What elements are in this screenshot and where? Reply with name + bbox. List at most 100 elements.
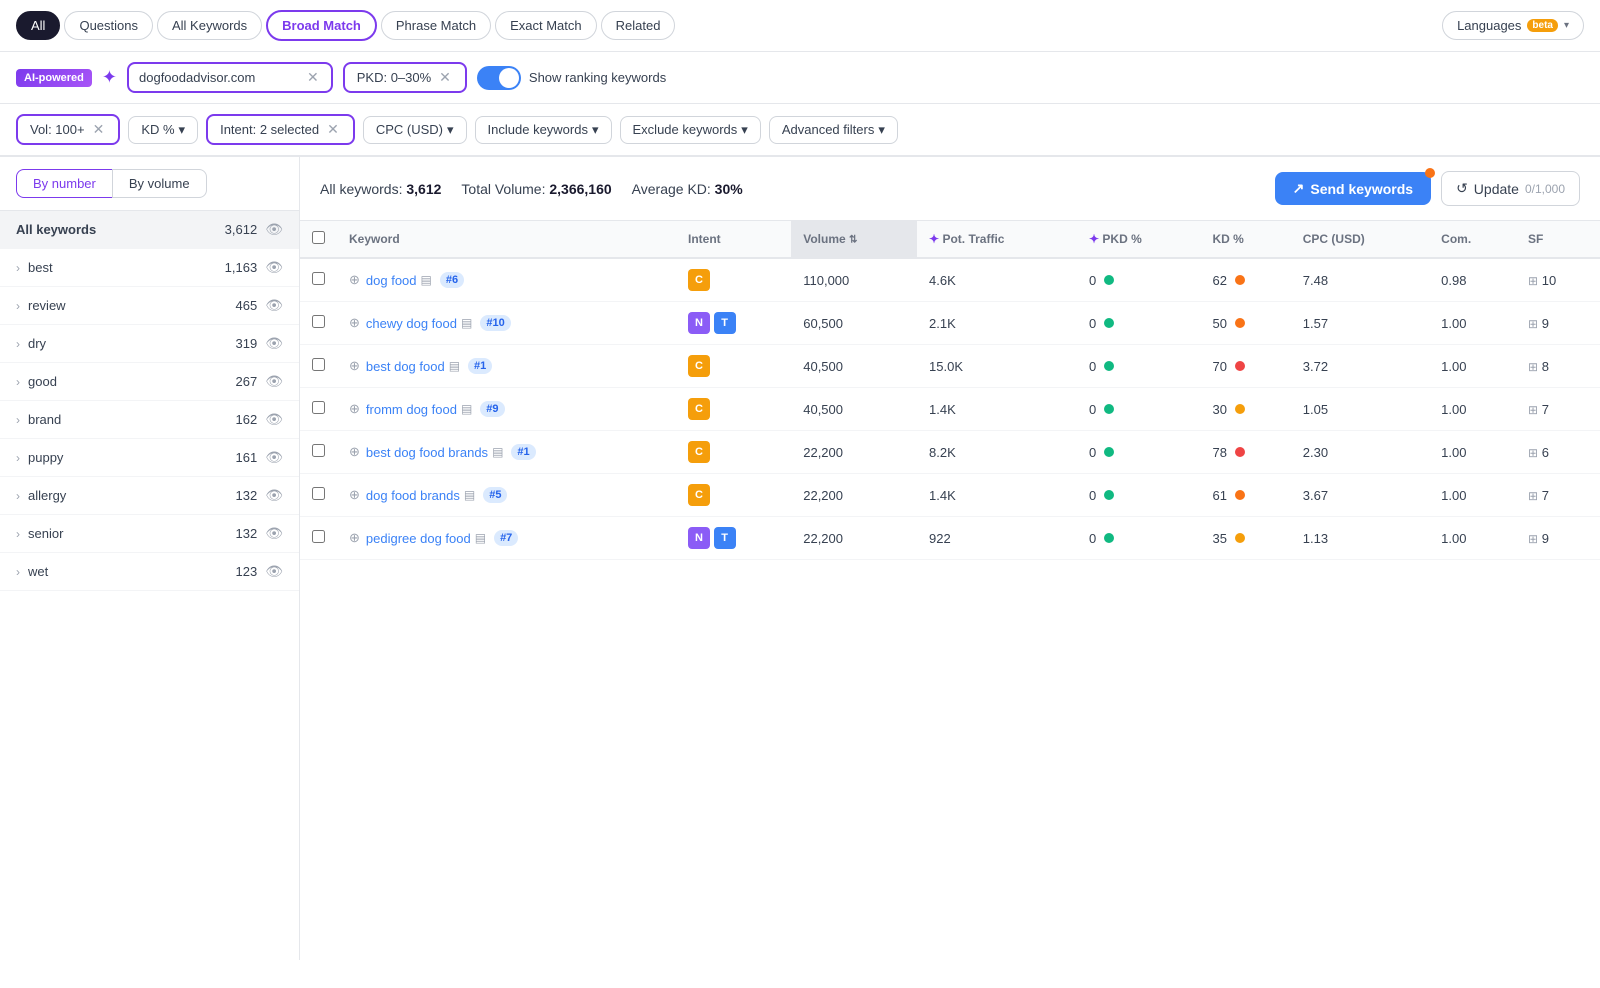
sidebar-item[interactable]: › best 1,163 👁 (0, 249, 299, 287)
row-checkbox[interactable] (312, 358, 325, 371)
add-icon[interactable]: ⊕ (349, 444, 360, 460)
eye-icon[interactable]: 👁 (265, 525, 283, 542)
languages-label: Languages (1457, 18, 1521, 33)
row-checkbox[interactable] (312, 487, 325, 500)
keyword-link[interactable]: pedigree dog food (366, 531, 471, 546)
cpc-col-header[interactable]: CPC (USD) (1291, 221, 1429, 258)
add-icon[interactable]: ⊕ (349, 315, 360, 331)
cpc-filter[interactable]: CPC (USD) ▾ (363, 116, 467, 144)
chevron-right-icon: › (16, 337, 20, 351)
vol-filter[interactable]: Vol: 100+ ✕ (16, 114, 120, 145)
pkd-cell: 0 (1077, 345, 1201, 388)
pkd-dot (1104, 275, 1114, 285)
domain-clear-button[interactable]: ✕ (305, 69, 321, 86)
add-icon[interactable]: ⊕ (349, 530, 360, 546)
intent-badge: N (688, 527, 710, 549)
tab-all[interactable]: All (16, 11, 60, 40)
keyword-link[interactable]: dog food (366, 273, 417, 288)
domain-input[interactable] (139, 70, 299, 85)
sidebar-item[interactable]: › puppy 161 👁 (0, 439, 299, 477)
eye-icon[interactable]: 👁 (265, 335, 283, 352)
eye-icon[interactable]: 👁 (265, 221, 283, 238)
kd-filter[interactable]: KD % ▾ (128, 116, 198, 144)
chevron-right-icon: › (16, 299, 20, 313)
intent-badge: N (688, 312, 710, 334)
eye-icon[interactable]: 👁 (265, 297, 283, 314)
intent-filter[interactable]: Intent: 2 selected ✕ (206, 114, 355, 145)
row-checkbox[interactable] (312, 401, 325, 414)
keyword-link[interactable]: dog food brands (366, 488, 460, 503)
select-all-checkbox[interactable] (312, 231, 325, 244)
pkd-clear-button[interactable]: ✕ (437, 69, 453, 86)
eye-icon[interactable]: 👁 (265, 259, 283, 276)
tab-all-keywords[interactable]: All Keywords (157, 11, 262, 40)
intent-cell: C (676, 258, 791, 302)
sidebar-keyword-label: review (28, 298, 236, 313)
sidebar-item[interactable]: › brand 162 👁 (0, 401, 299, 439)
eye-icon[interactable]: 👁 (265, 373, 283, 390)
eye-icon[interactable]: 👁 (265, 487, 283, 504)
checkbox-col-header (300, 221, 337, 258)
com-cell: 0.98 (1429, 258, 1516, 302)
sidebar-item[interactable]: › dry 319 👁 (0, 325, 299, 363)
eye-icon[interactable]: 👁 (265, 411, 283, 428)
add-icon[interactable]: ⊕ (349, 272, 360, 288)
chevron-right-icon: › (16, 375, 20, 389)
keyword-link[interactable]: best dog food brands (366, 445, 488, 460)
sf-icon: ⊞ (1528, 317, 1538, 331)
row-checkbox[interactable] (312, 444, 325, 457)
eye-icon[interactable]: 👁 (265, 449, 283, 466)
row-checkbox[interactable] (312, 272, 325, 285)
sidebar-item[interactable]: › good 267 👁 (0, 363, 299, 401)
chevron-down-icon: ▾ (878, 122, 885, 138)
sidebar-item[interactable]: › senior 132 👁 (0, 515, 299, 553)
sidebar-item[interactable]: › review 465 👁 (0, 287, 299, 325)
advanced-filters[interactable]: Advanced filters ▾ (769, 116, 898, 144)
update-button[interactable]: ↺ Update 0/1,000 (1441, 171, 1580, 206)
pkd-filter[interactable]: PKD: 0–30% ✕ (343, 62, 467, 93)
send-keywords-button[interactable]: ↗ Send keywords (1275, 172, 1431, 205)
keywords-table: Keyword Intent Volume ⇅ ✦ Pot. Traffic ✦… (300, 221, 1600, 560)
ai-star-icon: ✦ (929, 232, 939, 246)
row-checkbox[interactable] (312, 315, 325, 328)
volume-col-header[interactable]: Volume ⇅ (791, 221, 917, 258)
com-col-header[interactable]: Com. (1429, 221, 1516, 258)
keyword-link[interactable]: chewy dog food (366, 316, 457, 331)
tab-phrase-match[interactable]: Phrase Match (381, 11, 491, 40)
sidebar-item[interactable]: › allergy 132 👁 (0, 477, 299, 515)
tab-exact-match[interactable]: Exact Match (495, 11, 597, 40)
view-by-volume-btn[interactable]: By volume (112, 169, 207, 198)
kd-col-header[interactable]: KD % (1201, 221, 1291, 258)
include-keywords-filter[interactable]: Include keywords ▾ (475, 116, 612, 144)
vol-clear-button[interactable]: ✕ (91, 121, 107, 138)
keyword-col-header[interactable]: Keyword (337, 221, 676, 258)
add-icon[interactable]: ⊕ (349, 487, 360, 503)
pot-traffic-col-header[interactable]: ✦ Pot. Traffic (917, 221, 1077, 258)
exclude-keywords-filter[interactable]: Exclude keywords ▾ (620, 116, 761, 144)
eye-icon[interactable]: 👁 (265, 563, 283, 580)
keyword-link[interactable]: best dog food (366, 359, 445, 374)
keyword-link[interactable]: fromm dog food (366, 402, 457, 417)
view-by-number-btn[interactable]: By number (16, 169, 112, 198)
sf-cell: ⊞ 10 (1516, 258, 1600, 302)
add-icon[interactable]: ⊕ (349, 401, 360, 417)
kd-value: 70 (1213, 359, 1227, 374)
row-checkbox[interactable] (312, 530, 325, 543)
tab-questions[interactable]: Questions (64, 11, 153, 40)
sf-cell: ⊞ 9 (1516, 517, 1600, 560)
tab-broad-match[interactable]: Broad Match (266, 10, 377, 41)
sidebar-all-keywords[interactable]: All keywords 3,612 👁 (0, 211, 299, 249)
intent-col-header[interactable]: Intent (676, 221, 791, 258)
pkd-value: 0 (1089, 359, 1096, 374)
pkd-value: 0 (1089, 273, 1096, 288)
rank-badge: #1 (468, 358, 492, 374)
show-ranking-toggle[interactable] (477, 66, 521, 90)
view-toggle-row: By number By volume (0, 157, 299, 211)
pkd-col-header[interactable]: ✦ PKD % (1077, 221, 1201, 258)
sidebar-item[interactable]: › wet 123 👁 (0, 553, 299, 591)
sf-col-header[interactable]: SF (1516, 221, 1600, 258)
add-icon[interactable]: ⊕ (349, 358, 360, 374)
intent-clear-button[interactable]: ✕ (325, 121, 341, 138)
languages-dropdown[interactable]: Languages beta ▾ (1442, 11, 1584, 40)
tab-related[interactable]: Related (601, 11, 676, 40)
